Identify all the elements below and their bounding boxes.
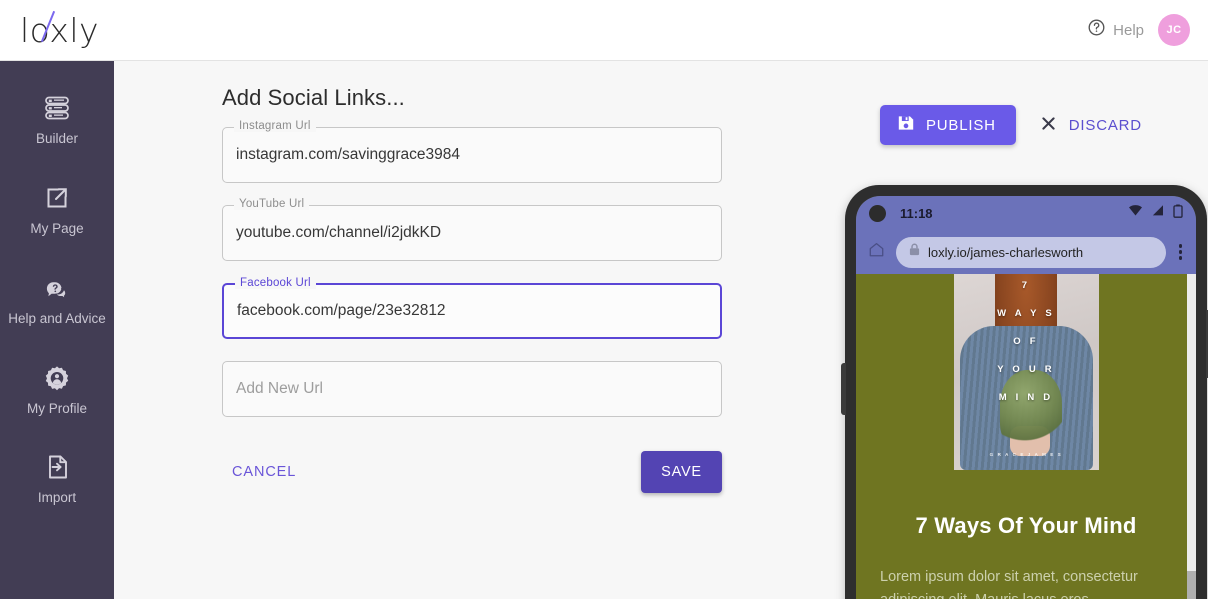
- field-placeholder: Add New Url: [236, 380, 323, 397]
- cover-line: 7: [1021, 280, 1031, 291]
- sidebar-item-import[interactable]: Import: [0, 442, 114, 514]
- sidebar-item-label: Builder: [35, 131, 79, 146]
- phone-url-bar[interactable]: loxly.io/james-charlesworth: [896, 236, 1166, 268]
- book-cover-image: 7 W A Y S O F Y O U R M I N D G R A C E …: [953, 274, 1099, 470]
- cover-line: O F: [1013, 336, 1039, 347]
- field-legend: YouTube Url: [234, 198, 310, 210]
- file-import-icon: [42, 452, 72, 482]
- cover-line: W A Y S: [997, 308, 1055, 319]
- top-bar: loxly Help JC: [0, 0, 1208, 61]
- page-title: Add Social Links...: [222, 85, 405, 110]
- home-icon[interactable]: [867, 240, 886, 264]
- help-label: Help: [1113, 21, 1144, 39]
- sidebar-item-label: My Profile: [26, 400, 87, 416]
- sidebar-item-my-page[interactable]: My Page: [0, 173, 114, 245]
- social-links-form: Add Social Links... Instagram Url instag…: [114, 61, 814, 493]
- list-builder-icon: [42, 93, 72, 123]
- cancel-button[interactable]: CANCEL: [222, 456, 306, 488]
- field-value: youtube.com/channel/i2jdkKD: [236, 224, 442, 241]
- discard-button[interactable]: DISCARD: [1040, 115, 1142, 136]
- publish-button[interactable]: PUBLISH: [880, 105, 1016, 145]
- cover-author-name: G R A C E J A M E S: [989, 452, 1063, 457]
- sidebar-item-label: My Page: [30, 220, 84, 236]
- phone-page-scrollbar[interactable]: [1187, 274, 1196, 599]
- youtube-url-field[interactable]: YouTube Url youtube.com/channel/i2jdkKD: [222, 198, 722, 261]
- top-bar-right: Help JC: [1087, 14, 1208, 46]
- external-link-icon: [42, 183, 72, 213]
- sidebar-item-help-and-advice[interactable]: Help and Advice: [0, 263, 114, 335]
- field-legend: Facebook Url: [235, 277, 316, 289]
- battery-icon: [1173, 204, 1183, 223]
- logo-text: loxly: [20, 10, 100, 50]
- form-actions: CANCEL SAVE: [222, 451, 722, 493]
- field-legend: Instagram Url: [234, 120, 316, 132]
- phone-mockup: 11:18 loxly.io/james-charlesworth 7 W A …: [841, 185, 1208, 599]
- phone-page-content: 7 W A Y S O F Y O U R M I N D G R A C E …: [856, 274, 1196, 599]
- phone-status-bar: 11:18: [856, 196, 1196, 230]
- close-icon: [1040, 115, 1057, 136]
- phone-browser-bar: loxly.io/james-charlesworth: [856, 230, 1196, 274]
- cover-line: Y O U R: [997, 364, 1055, 375]
- app-logo[interactable]: loxly: [20, 10, 100, 50]
- post-title: 7 Ways Of Your Mind: [915, 513, 1137, 538]
- user-avatar[interactable]: JC: [1158, 14, 1190, 46]
- phone-url-text: loxly.io/james-charlesworth: [928, 244, 1084, 260]
- phone-page-scroll-thumb[interactable]: [1187, 571, 1196, 599]
- cover-title-overlay: 7 W A Y S O F Y O U R M I N D: [954, 274, 1099, 470]
- chat-question-icon: [42, 273, 72, 303]
- phone-overflow-menu-icon[interactable]: [1176, 240, 1186, 264]
- save-button[interactable]: SAVE: [641, 451, 722, 493]
- status-time: 11:18: [900, 205, 933, 221]
- field-value: instagram.com/savinggrace3984: [236, 146, 461, 163]
- instagram-url-field[interactable]: Instagram Url instagram.com/savinggrace3…: [222, 120, 722, 183]
- camera-dot-icon: [869, 204, 886, 222]
- cover-line: M I N D: [998, 392, 1054, 403]
- help-button[interactable]: Help: [1087, 18, 1144, 42]
- sidebar-item-label: Import: [37, 490, 77, 506]
- sidebar-item-label: Help and Advice: [8, 310, 106, 326]
- avatar-initials: JC: [1166, 24, 1182, 36]
- cellular-signal-icon: [1151, 204, 1165, 222]
- phone-screen: 11:18 loxly.io/james-charlesworth 7 W A …: [856, 196, 1196, 599]
- wifi-icon: [1128, 204, 1143, 222]
- discard-label: DISCARD: [1068, 116, 1142, 134]
- question-circle-icon: [1087, 18, 1106, 42]
- add-new-url-field[interactable]: Add New Url: [222, 361, 722, 417]
- sidebar-nav: Builder My Page Help and Advice My Profi…: [0, 61, 114, 599]
- phone-volume-button: [841, 363, 846, 415]
- lock-icon: [909, 243, 920, 261]
- sidebar-item-builder[interactable]: Builder: [0, 83, 114, 155]
- save-disk-icon: [897, 114, 915, 136]
- preview-pane: PUBLISH DISCARD 11:18 loxly.io/james-cha…: [814, 61, 1208, 599]
- preview-action-bar: PUBLISH DISCARD: [880, 105, 1142, 145]
- post-body-text: Lorem ipsum dolor sit amet, consectetur …: [880, 569, 1138, 599]
- status-icon-group: [1128, 204, 1183, 223]
- app-root: loxly Help JC Builder My Page Help and A…: [0, 0, 1208, 599]
- publish-label: PUBLISH: [926, 116, 996, 134]
- field-value: facebook.com/page/23e32812: [237, 302, 446, 319]
- gear-person-icon: [42, 363, 72, 393]
- facebook-url-field[interactable]: Facebook Url facebook.com/page/23e32812: [222, 277, 722, 339]
- sidebar-item-my-profile[interactable]: My Profile: [0, 353, 114, 425]
- url-field-list: Instagram Url instagram.com/savinggrace3…: [222, 120, 722, 417]
